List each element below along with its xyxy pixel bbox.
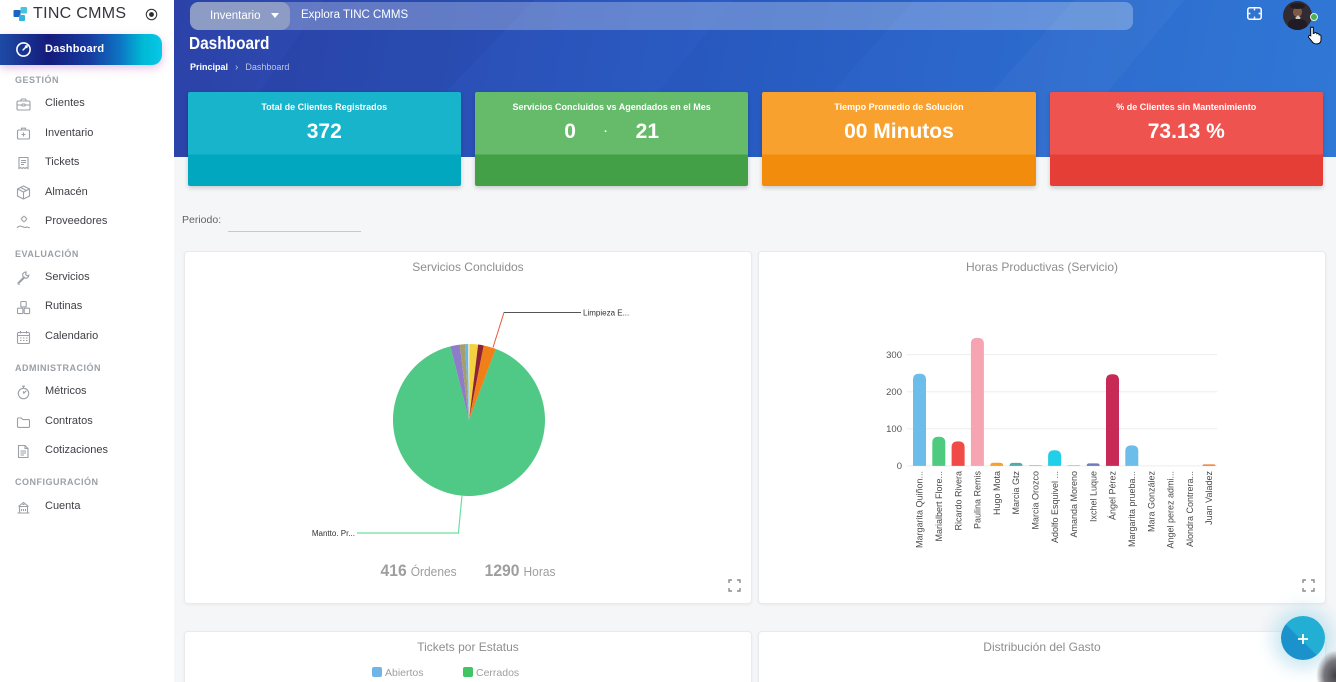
- svg-text:Juan Valadez: Juan Valadez: [1204, 471, 1214, 525]
- svg-text:Mara González: Mara González: [1146, 471, 1156, 533]
- svg-text:Amanda Moreno: Amanda Moreno: [1069, 471, 1079, 538]
- svg-text:Limpieza E...: Limpieza E...: [583, 309, 629, 318]
- svg-text:300: 300: [886, 350, 902, 361]
- svg-text:Angel perez admi...: Angel perez admi...: [1166, 471, 1176, 549]
- svg-text:Ángel Pérez: Ángel Pérez: [1108, 471, 1118, 521]
- svg-text:Ricardo Rivera: Ricardo Rivera: [953, 471, 963, 531]
- svg-text:Marialbert Flore...: Marialbert Flore...: [934, 471, 944, 542]
- svg-text:100: 100: [886, 424, 902, 435]
- svg-text:Paulina Remis: Paulina Remis: [973, 471, 983, 530]
- svg-text:200: 200: [886, 387, 902, 398]
- svg-text:Margarita prueba...: Margarita prueba...: [1127, 471, 1137, 547]
- svg-text:Margarita Quiñon...: Margarita Quiñon...: [915, 471, 925, 548]
- svg-text:Ixchel Luque: Ixchel Luque: [1088, 471, 1098, 522]
- svg-text:0: 0: [897, 461, 902, 472]
- svg-text:Marcia Gtz: Marcia Gtz: [1011, 471, 1021, 515]
- svg-text:Mantto. Pr...: Mantto. Pr...: [312, 529, 355, 538]
- svg-text:Alondra Contrera...: Alondra Contrera...: [1185, 471, 1195, 547]
- svg-text:Adolfo Esquivel ...: Adolfo Esquivel ...: [1050, 471, 1060, 543]
- svg-text:Hugo Mota: Hugo Mota: [992, 471, 1002, 515]
- svg-text:Marcia Orozco: Marcia Orozco: [1031, 471, 1041, 530]
